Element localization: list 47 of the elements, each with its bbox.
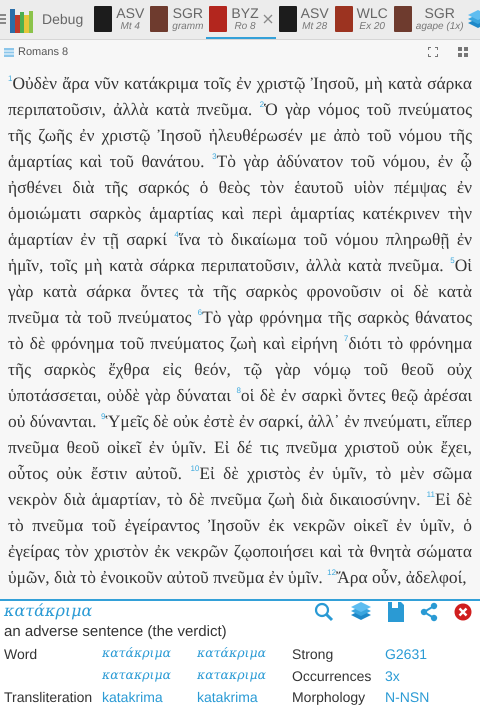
bookshelf-icon[interactable] xyxy=(10,6,34,32)
document-tab[interactable]: ASV Mt 4 xyxy=(91,0,148,38)
tab-subtitle: Mt 4 xyxy=(120,20,140,32)
field-label: Transliteration xyxy=(4,688,94,706)
tab-title: WLC xyxy=(356,6,388,20)
word-form[interactable]: κατάκριμα xyxy=(102,645,197,664)
close-icon[interactable] xyxy=(454,602,472,621)
word-form[interactable]: katakrima xyxy=(197,688,292,706)
document-tab[interactable]: BYZ Ro 8 xyxy=(206,0,276,38)
passage-text: $^{1}$Οὐδὲν ἄρα νῦν κατάκριμα τοῖς ἐν χριστῷ Ἰησοῦ, μὴ κατὰ σάρκα περιπατοῦσιν, ἀλλὰ κατὰ πνεῦμα. $^{2}$Ὁ γὰρ νόμος τοῦ πνεύματος τῆς ζωῆς ἐν χριστῷ Ἰησοῦ ἠλευθέρωσέν με ἀπὸ τοῦ νόμου τῆς ἁμαρτίας καὶ τοῦ θανάτου. $^{3}$Τὸ γὰρ ἀδύνατον τοῦ νόμου, ἐν ᾧ ἠσθένει διὰ τῆς σαρκός ὁ θεὸς τὸν ἑαυτοῦ υἱὸν πέμψας ἐν ὁμοιώματι σαρκὸς ἁμαρτίας καὶ περὶ ἁμαρτίας κατέκρινεν τὴν ἁμαρτίαν ἐν τῇ σαρκί $^{4}$ἵνα τὸ δικαίωμα τοῦ νόμου πληρωθῇ ἐν ἡμῖν, τοῖς μὴ κατὰ σάρκα περιπατοῦσιν, ἀλλὰ κατὰ πνεῦμα. $^{5}$Οἱ γὰρ κατὰ σάρκα ὄντες τὰ τῆς σαρκὸς φρονοῦσιν οἱ δὲ κατὰ πνεῦμα τὰ τοῦ πνεύματος $^{6}$Τὸ γὰρ φρόνημα τῆς σαρκὸς θάνατος τὸ δὲ φρόνημα τοῦ πνεύματος ζωὴ καὶ εἰρήνη $^{7}$διότι τὸ φρόνημα τῆς σαρκὸς ἔχθρα εἰς θεόν, τῷ γὰρ νόμῳ τοῦ θεοῦ οὐχ ὑποτάσσεται, οὐδὲ γὰρ δύναται $^{8}$οἱ δὲ ἐν σαρκὶ ὄντες θεῷ ἀρέσαι οὐ δύνανται. $^{9}$Ὑμεῖς δὲ οὐκ ἐστὲ ἐν σαρκί, ἀλλ᾽ ἐν πνεύματι, εἴπερ πνεῦμα θεοῦ οἰκεῖ ἐν ὑμῖν. Εἰ δέ τις πνεῦμα χριστοῦ οὐκ ἔχει, οὗτος οὐκ ἔστιν αὐτοῦ. $^{10}$Εἰ δὲ χριστὸς ἐν ὑμῖν, τὸ μὲν σῶμα νεκρὸν διὰ ἁμαρτίαν, τὸ δὲ πνεῦμα ζωὴ διὰ δικαιοσύνην. $^{11}$Εἰ δὲ τὸ πνεῦμα τοῦ ἐγείραντος Ἰησοῦν ἐκ νεκρῶν οἰκεῖ ἐν ὑμῖν, ὁ ἐγείρας τὸν χριστὸν ἐκ νεκρῶν ζῳοποιήσει καὶ τὰ θνητὰ σώματα ὑμῶν, διὰ τὸ ἐνοικοῦν αὐτοῦ πνεῦμα ἐν ὑμῖν. $^{12}$Ἄρα οὖν, ἀδελφοί, xyxy=(7,72,473,589)
tab-subtitle: Mt 28 xyxy=(302,20,328,32)
field-label: Occurrences xyxy=(292,666,372,685)
tab-title: BYZ xyxy=(231,6,259,20)
document-tab[interactable]: SGR gramm xyxy=(147,0,206,38)
tab-title: SGR xyxy=(424,6,455,20)
word-form[interactable]: κατάκριμα xyxy=(197,645,292,664)
field-label: Word xyxy=(4,645,38,664)
word-definition: an adverse sentence (the verdict) xyxy=(4,622,228,642)
field-value[interactable]: N-NSN xyxy=(385,688,476,706)
field-label: Morphology xyxy=(292,688,366,706)
fullscreen-icon[interactable] xyxy=(428,47,438,57)
document-tab[interactable]: WLC Ex 20 xyxy=(332,0,391,38)
books-icon[interactable] xyxy=(350,602,372,622)
word-form[interactable]: κατακριμα xyxy=(102,666,197,685)
chapter-title: Romans 8 xyxy=(18,44,68,60)
field-value[interactable]: G2631 xyxy=(385,645,476,664)
field-label: Strong xyxy=(292,645,334,664)
save-icon[interactable] xyxy=(388,602,404,622)
search-icon[interactable] xyxy=(314,602,334,622)
tab-subtitle: gramm xyxy=(172,20,204,32)
tab-title: SGR xyxy=(172,6,204,20)
close-icon[interactable] xyxy=(262,14,273,24)
tab-title: ASV xyxy=(116,6,144,20)
tab-subtitle: agape (1x) xyxy=(416,20,464,32)
tab-subtitle: Ex 20 xyxy=(359,20,385,32)
selected-word: κατάκριμα xyxy=(4,601,92,622)
word-form[interactable]: κατακριμα xyxy=(197,666,292,685)
document-tab[interactable]: ASV Mt 28 xyxy=(276,0,332,38)
tab-title: ASV xyxy=(300,6,329,20)
app-label: Debug xyxy=(42,12,84,27)
field-value[interactable]: 3x xyxy=(385,666,476,685)
document-tab[interactable]: SGR agape (1x) xyxy=(390,0,467,38)
grid-icon[interactable] xyxy=(458,47,468,57)
list-icon xyxy=(4,48,14,56)
tab-subtitle: Ro 8 xyxy=(234,20,256,32)
share-icon[interactable] xyxy=(420,602,438,622)
word-form[interactable]: katakrima xyxy=(102,688,197,706)
